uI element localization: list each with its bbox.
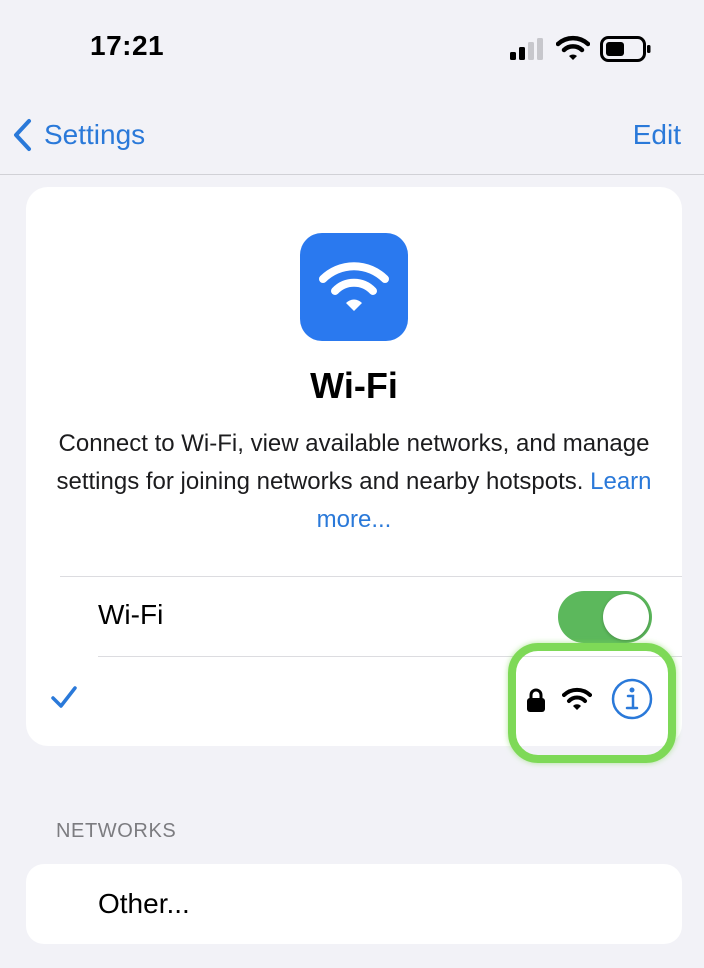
description-text: Connect to Wi-Fi, view available network… (46, 425, 662, 539)
back-button-label: Settings (44, 119, 146, 150)
back-button[interactable]: Settings (12, 112, 145, 158)
other-network-label: Other... (98, 888, 190, 919)
wifi-icon (319, 262, 389, 311)
wifi-toggle[interactable] (558, 591, 652, 643)
page-title: Wi-Fi (310, 365, 398, 406)
checkmark-icon (51, 686, 77, 708)
chevron-left-icon (14, 119, 31, 151)
edit-button[interactable]: Edit (633, 112, 681, 158)
wifi-toggle-label: Wi-Fi (98, 599, 164, 630)
status-time: 17:21 (90, 30, 165, 61)
battery-icon (600, 36, 651, 62)
networks-section-header: NETWORKS (56, 820, 177, 842)
navigation-bar: Settings Edit (0, 100, 704, 175)
divider (60, 576, 682, 577)
description-body: Connect to Wi-Fi, view available network… (56, 430, 650, 495)
signal-bars-icon (510, 38, 543, 60)
wifi-icon (556, 35, 590, 60)
highlight-annotation (508, 643, 676, 763)
other-network-row[interactable]: Other... (26, 864, 682, 944)
wifi-app-icon (300, 233, 408, 341)
toggle-knob (603, 594, 649, 640)
status-bar: 17:21 (0, 0, 704, 100)
